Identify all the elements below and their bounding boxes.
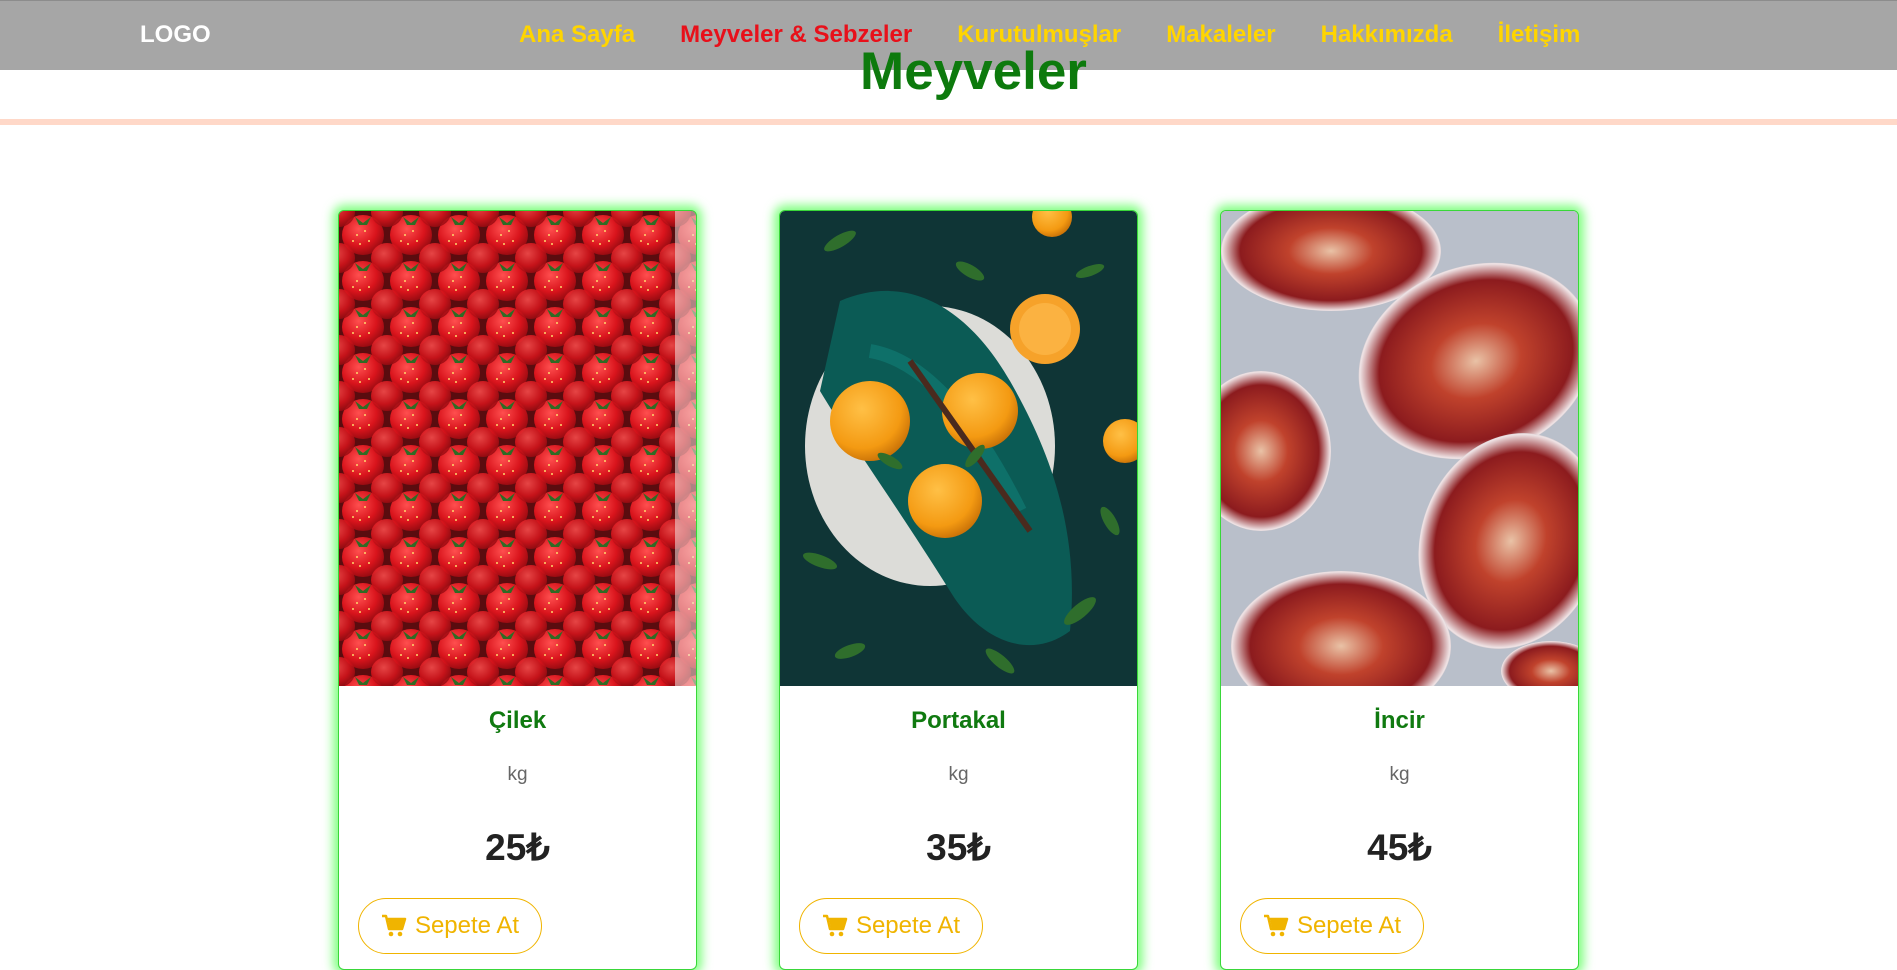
product-card-incir: İncir kg 45₺ Sepete At	[1220, 210, 1579, 970]
product-price: 35₺	[926, 827, 991, 868]
add-to-cart-button[interactable]: Sepete At	[799, 898, 983, 954]
product-price: 25₺	[485, 827, 550, 868]
shopping-cart-icon	[1263, 914, 1289, 937]
product-card-portakal: Portakal kg 35₺ Sepete At	[779, 210, 1138, 970]
product-image-figs	[1221, 211, 1578, 686]
product-unit: kg	[948, 764, 969, 785]
add-to-cart-button[interactable]: Sepete At	[1240, 898, 1424, 954]
product-image-oranges	[780, 211, 1137, 686]
product-unit: kg	[1389, 764, 1410, 785]
product-name: İncir	[1374, 707, 1425, 734]
product-name: Çilek	[488, 707, 547, 734]
add-to-cart-label: Sepete At	[1296, 912, 1402, 939]
add-to-cart-button[interactable]: Sepete At	[358, 898, 542, 954]
add-to-cart-label: Sepete At	[855, 912, 961, 939]
product-image-strawberries	[339, 211, 696, 686]
product-price: 45₺	[1367, 827, 1432, 868]
page-title: Meyveler	[860, 42, 1087, 101]
product-name: Portakal	[911, 707, 1006, 734]
product-card-cilek: Çilek kg 25₺ Sepete At	[338, 210, 697, 970]
product-unit: kg	[507, 764, 528, 785]
title-divider	[0, 119, 1897, 125]
add-to-cart-label: Sepete At	[414, 912, 520, 939]
shopping-cart-icon	[381, 914, 407, 937]
shopping-cart-icon	[822, 914, 848, 937]
